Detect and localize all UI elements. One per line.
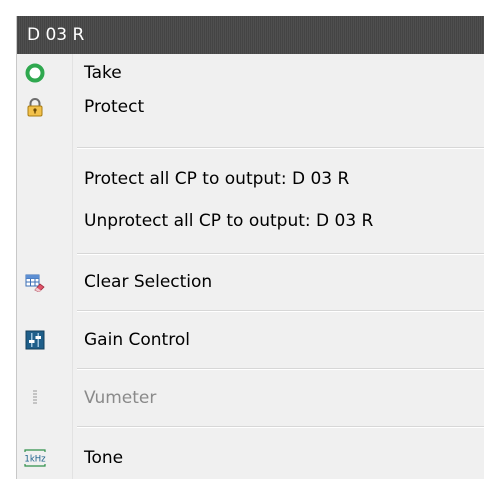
menu-item-take[interactable]: Take xyxy=(17,56,484,90)
menu-item-unprotect-all[interactable]: Unprotect all CP to output: D 03 R xyxy=(17,204,484,238)
menu-item-label: Clear Selection xyxy=(84,272,213,292)
padlock-icon xyxy=(27,98,43,117)
menu-item-gain-control[interactable]: Gain Control xyxy=(17,323,484,357)
green-circle-icon xyxy=(25,63,45,83)
menu-header: D 03 R xyxy=(17,16,484,54)
menu-separator xyxy=(77,253,484,255)
menu-separator xyxy=(77,310,484,312)
menu-item-vumeter[interactable]: Vumeter xyxy=(17,381,484,415)
gain-control-icon xyxy=(25,330,45,350)
context-menu: D 03 R Take Protect Protect all CP to ou… xyxy=(16,16,484,479)
menu-item-protect[interactable]: Protect xyxy=(17,90,484,124)
menu-item-label: Protect all CP to output: D 03 R xyxy=(84,169,350,189)
menu-item-label: Tone xyxy=(84,448,124,468)
menu-item-clear-selection[interactable]: Clear Selection xyxy=(17,265,484,299)
menu-item-tone[interactable]: 1kHz Tone xyxy=(17,441,484,475)
menu-item-label: Gain Control xyxy=(84,330,190,350)
menu-item-label: Vumeter xyxy=(84,388,157,408)
menu-item-label: Unprotect all CP to output: D 03 R xyxy=(84,211,374,231)
menu-item-label: Take xyxy=(84,63,122,83)
menu-separator xyxy=(77,147,484,149)
menu-separator xyxy=(77,368,484,370)
menu-item-protect-all[interactable]: Protect all CP to output: D 03 R xyxy=(17,162,484,196)
menu-item-label: Protect xyxy=(84,97,145,117)
grid-eraser-icon xyxy=(25,274,45,292)
svg-text:1kHz: 1kHz xyxy=(24,455,46,465)
1khz-tone-icon: 1kHz xyxy=(24,449,46,467)
menu-separator xyxy=(77,426,484,428)
vumeter-icon xyxy=(33,390,37,404)
